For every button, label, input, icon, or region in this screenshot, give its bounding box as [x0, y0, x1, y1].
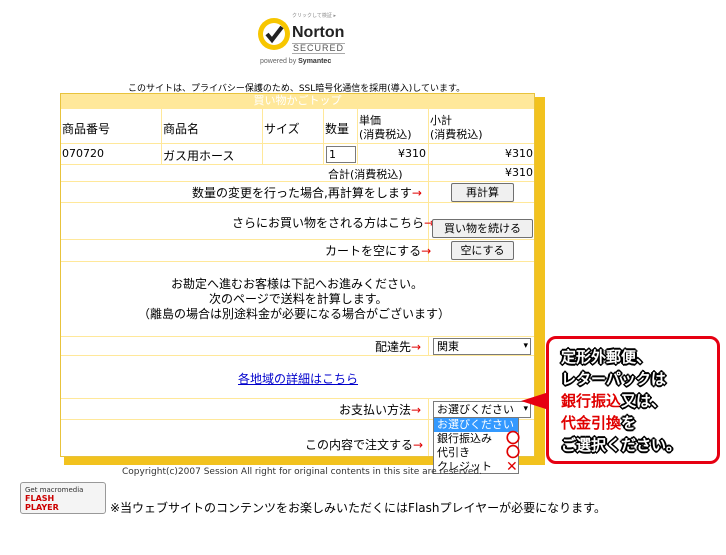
continue-shopping-button[interactable]: 買い物を続ける: [432, 219, 533, 238]
secured-label: SECURED: [292, 43, 346, 54]
powered-by-label: powered by Symantec: [260, 58, 332, 65]
destination-select[interactable]: 関東 ▾: [433, 338, 531, 355]
empty-cart-text: カートを空にする→: [325, 244, 432, 258]
norton-wordmark: Norton: [292, 24, 345, 41]
callout-line-3: 銀行振込又は、: [561, 392, 667, 410]
payment-options-list: お選びください 銀行振込み 代引き クレジット 〇 〇 ✕: [433, 417, 520, 475]
cross-mark-icon: ✕: [506, 459, 518, 475]
payment-label: お支払い方法→: [339, 403, 422, 417]
checkmark-icon: [258, 18, 290, 50]
get-flash-player-badge[interactable]: Get macromedia FLASH PLAYER: [20, 482, 106, 514]
quantity-input[interactable]: 1: [326, 146, 356, 163]
total-label: 合計(消費税込): [328, 168, 403, 181]
recalculate-button[interactable]: 再計算: [451, 183, 514, 202]
callout-line-1: 定形外郵便、: [561, 348, 652, 366]
red-arrow-icon: →: [411, 340, 422, 354]
total-value: ¥310: [505, 166, 533, 179]
payment-option-select[interactable]: お選びください: [434, 418, 518, 432]
red-arrow-icon: →: [411, 186, 422, 200]
callout-pointer: [521, 392, 549, 410]
order-label: この内容で注文する→: [305, 438, 424, 452]
cart-title: 買い物かごトップ: [253, 94, 342, 107]
destination-label-cell: [61, 337, 428, 355]
copyright-text: Copyright(c)2007 Session All right for o…: [122, 467, 482, 477]
flash-requirement-note: ※当ウェブサイトのコンテンツをお楽しみいただくにはFlashプレイヤーが必要にな…: [110, 501, 606, 515]
col-header-name: 商品名: [163, 122, 200, 136]
continue-text: さらにお買い物をされる方はこちら→: [232, 216, 435, 230]
callout-line-2: レターパックは: [561, 370, 666, 388]
row-cell-size: [263, 144, 323, 164]
payment-method-select[interactable]: お選びください ▾: [433, 401, 531, 418]
item-name: ガス用ホース: [163, 149, 235, 163]
flash-badge-line-3: PLAYER: [25, 503, 59, 512]
seal-verify-text: クリックして検証 ▸: [292, 13, 336, 19]
circle-mark-icon: 〇: [506, 431, 520, 447]
destination-label: 配達先→: [375, 340, 422, 354]
notice-line-3: （離島の場合は別途料金が必要になる場合がございます）: [138, 307, 451, 321]
recalc-text: 数量の変更を行った場合,再計算をします→: [192, 186, 422, 200]
col-header-size: サイズ: [264, 122, 300, 136]
red-arrow-icon: →: [411, 403, 422, 417]
chevron-down-icon: ▾: [523, 341, 528, 351]
col-header-code: 商品番号: [62, 122, 111, 136]
region-details-link[interactable]: 各地域の詳細はこちら: [238, 370, 358, 387]
item-code: 070720: [62, 147, 104, 160]
red-arrow-icon: →: [413, 438, 424, 452]
item-subtotal: ¥310: [505, 147, 533, 160]
col-header-subtotal-2: (消費税込): [430, 128, 483, 141]
norton-secured-seal[interactable]: クリックして検証 ▸ Norton SECURED powered by Sym…: [256, 12, 356, 68]
col-header-qty: 数量: [325, 122, 350, 136]
empty-cart-button[interactable]: 空にする: [451, 241, 514, 260]
callout-line-4: 代金引換を: [561, 414, 637, 432]
item-unit-price: ¥310: [398, 147, 426, 160]
red-arrow-icon: →: [421, 244, 432, 258]
flash-badge-line-2: FLASH: [25, 494, 55, 503]
col-header-unit-2: (消費税込): [359, 128, 412, 141]
shipping-callout: 定形外郵便、 レターパックは 銀行振込又は、 代金引換を ご選択ください。: [546, 336, 720, 464]
callout-line-5: ご選択ください。: [561, 436, 682, 454]
flash-badge-line-1: Get macromedia: [25, 486, 84, 494]
circle-mark-icon: 〇: [506, 445, 520, 461]
